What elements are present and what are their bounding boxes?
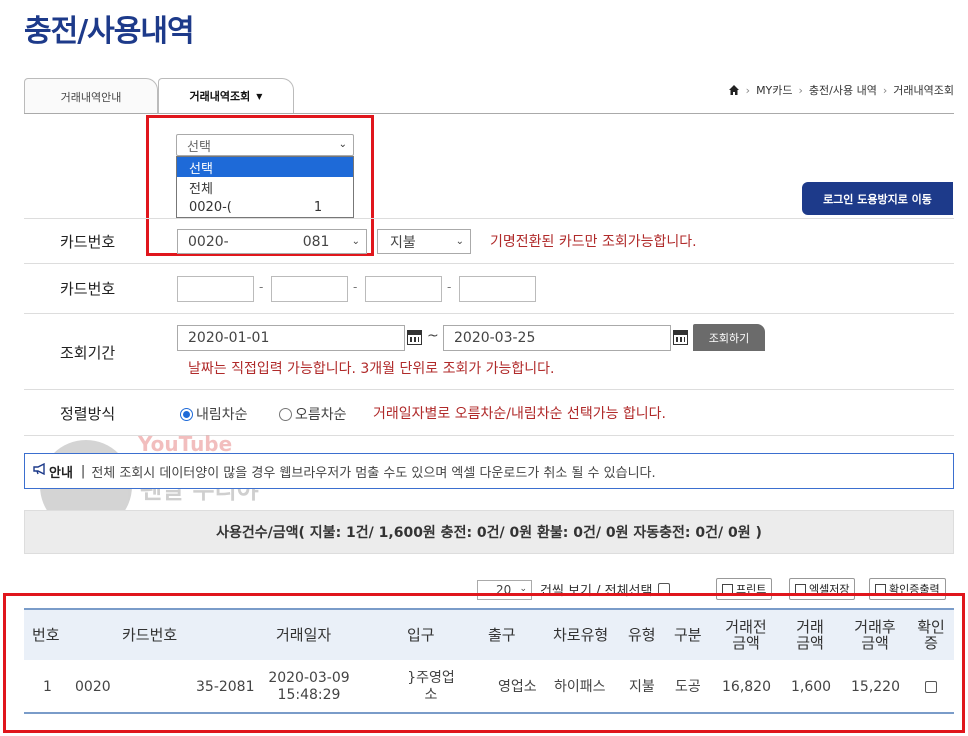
- sort-note: 거래일자별로 오름차순/내림차순 선택가능 합니다.: [373, 406, 666, 422]
- sort-asc-label: 오름차순: [295, 407, 347, 423]
- end-date-input[interactable]: 2020-03-25: [443, 325, 671, 351]
- breadcrumb-item-mycard[interactable]: MY카드: [756, 82, 792, 98]
- payment-type-select[interactable]: 지불 ⌄: [377, 229, 471, 254]
- notice-text: 전체 조회시 데이터양이 많을 경우 웹브라우저가 멈출 수도 있으며 엑셀 다…: [91, 465, 656, 481]
- breadcrumb-item-lookup: 거래내역조회: [893, 84, 954, 97]
- breadcrumb-item-history[interactable]: 충전/사용 내역: [809, 82, 877, 98]
- card-number-select[interactable]: 0020- 081 ⌄: [177, 229, 367, 254]
- usage-summary: 사용건수/금액( 지불: 1건/ 1,600원 충전: 0건/ 0원 환불: 0…: [24, 510, 954, 554]
- radio-unselected-icon: [279, 407, 292, 421]
- highlight-box: [3, 593, 965, 733]
- dash-separator: -: [353, 280, 358, 294]
- period-note: 날짜는 직접입력 가능합니다. 3개월 단위로 조회가 가능합니다.: [188, 361, 555, 377]
- payment-type-value: 지불: [390, 234, 416, 251]
- breadcrumb: › MY카드 › 충전/사용 내역 › 거래내역조회: [728, 82, 954, 98]
- card-number-input-4[interactable]: [459, 276, 536, 302]
- date-range-tilde: ~: [427, 328, 439, 344]
- login-protection-button[interactable]: 로그인 도용방지로 이동: [802, 182, 953, 215]
- chevron-right-icon: ›: [798, 83, 803, 97]
- calendar-icon[interactable]: [407, 330, 422, 345]
- calendar-icon[interactable]: [673, 330, 688, 345]
- card-select-label: 카드번호: [60, 233, 116, 251]
- notice-divider: |: [80, 463, 86, 479]
- dash-separator: -: [259, 280, 264, 294]
- tab-divider: [24, 113, 954, 114]
- card-select-row: 카드번호: [24, 218, 954, 264]
- sort-asc-radio[interactable]: 오름차순: [279, 404, 347, 424]
- card-number-select-suffix: 081: [302, 233, 330, 250]
- sort-desc-label: 내림차순: [196, 407, 248, 423]
- chevron-down-icon: ⌄: [455, 236, 464, 247]
- tab-bar: 거래내역안내 거래내역조회 ▼: [24, 78, 294, 114]
- radio-selected-icon: [180, 407, 193, 421]
- megaphone-icon: [33, 462, 47, 479]
- chevron-down-icon: ⌄: [351, 236, 360, 247]
- period-label: 조회기간: [60, 344, 116, 362]
- caret-down-icon: ▼: [256, 91, 263, 101]
- chevron-right-icon: ›: [745, 83, 751, 97]
- tab-transaction-guide[interactable]: 거래내역안내: [24, 78, 158, 114]
- card-number-label: 카드번호: [60, 280, 116, 298]
- card-select-note: 기명전환된 카드만 조회가능합니다.: [490, 234, 697, 250]
- page-title: 충전/사용내역: [24, 14, 195, 49]
- start-date-input[interactable]: 2020-01-01: [177, 325, 405, 351]
- card-number-input-2[interactable]: [271, 276, 348, 302]
- notice-box: 안내 | 전체 조회시 데이터양이 많을 경우 웹브라우저가 멈출 수도 있으며…: [24, 453, 954, 489]
- sort-label: 정렬방식: [60, 405, 116, 423]
- card-number-input-3[interactable]: [365, 276, 442, 302]
- tab-label: 거래내역안내: [60, 90, 122, 104]
- home-icon[interactable]: [728, 84, 740, 96]
- dash-separator: -: [447, 280, 452, 294]
- tab-label: 거래내역조회: [189, 90, 251, 103]
- chevron-right-icon: ›: [882, 83, 888, 97]
- start-date-value: 2020-01-01: [188, 330, 270, 346]
- sort-desc-radio[interactable]: 내림차순: [180, 404, 248, 424]
- card-number-select-value: 0020-: [188, 233, 229, 250]
- notice-label: 안내: [49, 465, 73, 481]
- search-button[interactable]: 조회하기: [693, 324, 765, 351]
- end-date-value: 2020-03-25: [454, 330, 536, 346]
- card-number-input-1[interactable]: [177, 276, 254, 302]
- tab-transaction-lookup[interactable]: 거래내역조회 ▼: [158, 78, 294, 114]
